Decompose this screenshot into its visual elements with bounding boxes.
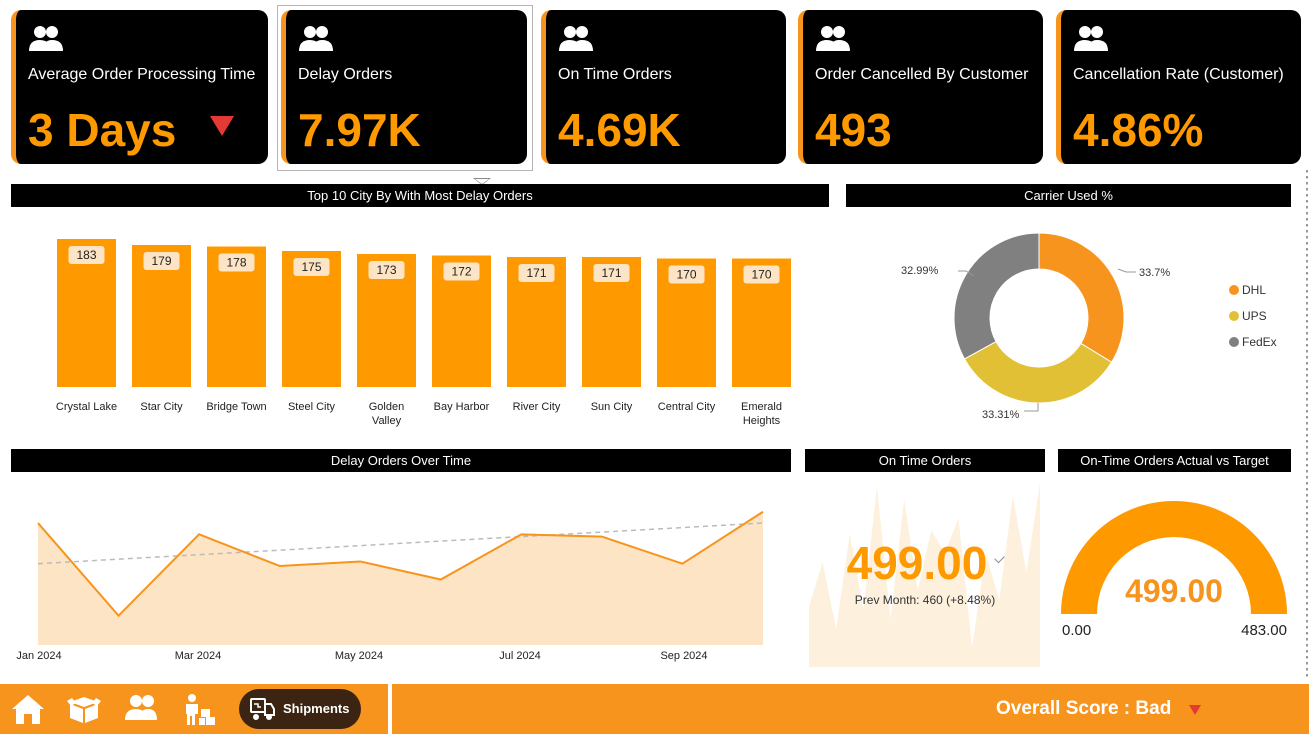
slice-value-label: 33.31% xyxy=(982,409,1020,421)
truck-icon xyxy=(248,695,276,723)
category-label: Bay Harbor xyxy=(434,401,490,413)
gauge-max-label: 483.00 xyxy=(1241,622,1287,639)
overall-score: Overall Score : Bad xyxy=(996,698,1172,719)
category-label: Golden xyxy=(369,401,404,413)
kpi-label: Delay Orders xyxy=(298,66,393,83)
donut-slice[interactable] xyxy=(1038,232,1125,363)
home-icon[interactable] xyxy=(10,692,46,726)
legend-swatch xyxy=(1229,337,1239,347)
gauge-header: On-Time Orders Actual vs Target xyxy=(1058,449,1291,472)
kpi-card[interactable]: Average Order Processing Time 3 Days xyxy=(11,10,268,164)
delivery-person-icon[interactable] xyxy=(182,692,218,726)
legend-swatch xyxy=(1229,285,1239,295)
box-icon[interactable] xyxy=(66,692,102,726)
kpi-value: 493 xyxy=(815,104,892,156)
bar-value-label: 172 xyxy=(451,265,471,279)
donut-slice[interactable] xyxy=(953,232,1040,360)
category-label: Star City xyxy=(140,401,183,413)
shipments-button[interactable]: Shipments xyxy=(239,689,361,729)
x-tick-label: Sep 2024 xyxy=(660,650,707,662)
score-down-icon xyxy=(1189,705,1201,715)
kpi-card[interactable]: Delay Orders 7.97K xyxy=(281,10,527,164)
category-label: Bridge Town xyxy=(206,401,266,413)
bar-value-label: 171 xyxy=(601,266,621,280)
bar-value-label: 171 xyxy=(526,266,546,280)
x-tick-label: Jan 2024 xyxy=(16,650,61,662)
legend-swatch xyxy=(1229,311,1239,321)
gauge-min-label: 0.00 xyxy=(1062,622,1091,639)
leader-line xyxy=(1024,403,1039,412)
kpi-value: 3 Days xyxy=(28,104,177,156)
category-label: Sun City xyxy=(591,401,633,413)
on-time-value: 499.00 xyxy=(846,537,988,589)
bar-value-label: 183 xyxy=(76,248,96,262)
bar-value-label: 173 xyxy=(376,263,396,277)
users-icon xyxy=(28,24,64,54)
area-fill xyxy=(38,511,763,645)
leader-line xyxy=(1117,268,1136,273)
category-label: Crystal Lake xyxy=(56,401,117,413)
kpi-value: 4.86% xyxy=(1073,104,1204,156)
category-label: Emerald xyxy=(741,401,782,413)
delay-over-time-chart: Jan 2024 Mar 2024 May 2024 Jul 2024 Sep 2024 xyxy=(16,510,764,662)
top-cities-bar-chart: 183 Crystal Lake 179 Star City 178 Bridge Tow… xyxy=(56,239,791,427)
users-icon[interactable] xyxy=(123,692,159,726)
gauge-value: 499.00 xyxy=(1125,573,1223,609)
dashboard: Average Order Processing Time 3 Days Delay… xyxy=(0,0,1309,734)
bottom-nav: Shipments Overall Score : Bad xyxy=(0,684,1309,734)
users-icon xyxy=(298,24,334,54)
users-icon xyxy=(558,24,594,54)
on-time-prev-month: Prev Month: 460 (+8.48%) xyxy=(854,593,996,607)
kpi-label: Order Cancelled By Customer xyxy=(815,66,1029,83)
users-icon xyxy=(1073,24,1109,54)
top-cities-header: Top 10 City By With Most Delay Orders xyxy=(11,184,829,207)
slice-value-label: 32.99% xyxy=(901,265,939,277)
category-label: Central City xyxy=(658,401,716,413)
kpi-label: Cancellation Rate (Customer) xyxy=(1073,66,1284,83)
right-edge-dots xyxy=(1306,170,1308,680)
donut-slice[interactable] xyxy=(963,340,1113,404)
bar-value-label: 178 xyxy=(226,256,246,270)
kpi-card[interactable]: Cancellation Rate (Customer) 4.86% xyxy=(1056,10,1301,164)
carrier-header: Carrier Used % xyxy=(846,184,1291,207)
legend-label[interactable]: FedEx xyxy=(1242,335,1277,349)
legend-label[interactable]: DHL xyxy=(1242,283,1266,297)
x-tick-label: Mar 2024 xyxy=(175,650,221,662)
kpi-label: On Time Orders xyxy=(558,66,672,83)
kpi-value: 4.69K xyxy=(558,104,681,156)
kpi-value: 7.97K xyxy=(298,104,421,156)
delay-over-time-header: Delay Orders Over Time xyxy=(11,449,791,472)
carrier-donut-chart: 33.7% 33.31% 32.99% DHL UPS FedEx xyxy=(901,232,1277,421)
x-tick-label: May 2024 xyxy=(335,650,383,662)
slice-value-label: 33.7% xyxy=(1139,267,1170,279)
category-label: Valley xyxy=(372,415,402,427)
bar-value-label: 170 xyxy=(751,268,771,282)
shipments-label: Shipments xyxy=(283,701,350,716)
on-time-gauge: 499.00 0.00 483.00 xyxy=(1061,501,1287,639)
category-label: Heights xyxy=(743,415,781,427)
on-time-header: On Time Orders xyxy=(805,449,1045,472)
category-label: River City xyxy=(513,401,561,413)
users-icon xyxy=(815,24,851,54)
bar-value-label: 175 xyxy=(301,260,321,274)
bar-value-label: 179 xyxy=(151,254,171,268)
nav-divider xyxy=(388,684,392,734)
kpi-card[interactable]: Order Cancelled By Customer 493 xyxy=(798,10,1043,164)
trend-down-icon xyxy=(210,116,234,136)
kpi-label: Average Order Processing Time xyxy=(28,66,256,83)
x-tick-label: Jul 2024 xyxy=(499,650,541,662)
kpi-card[interactable]: On Time Orders 4.69K xyxy=(541,10,786,164)
legend-label[interactable]: UPS xyxy=(1242,309,1267,323)
category-label: Steel City xyxy=(288,401,336,413)
bar-value-label: 170 xyxy=(676,268,696,282)
